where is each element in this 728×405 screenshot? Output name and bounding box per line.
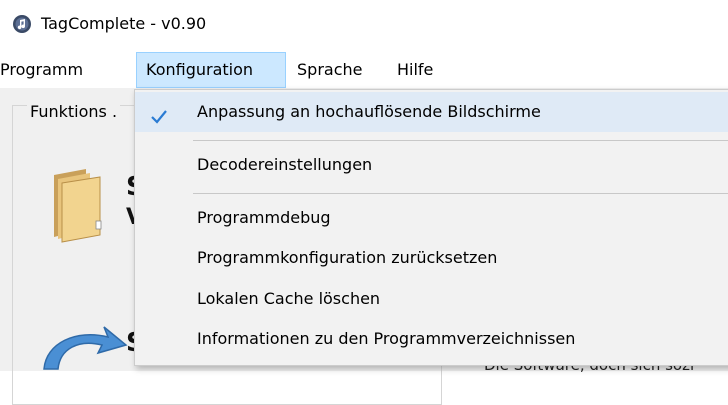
menu-item-label: Programmkonfiguration zurücksetzen xyxy=(197,248,498,267)
menu-item-label: Decodereinstellungen xyxy=(197,155,373,174)
menu-item-hidpi[interactable]: Anpassung an hochauflösende Bildschirme xyxy=(135,92,728,132)
menu-item-program-debug[interactable]: Programmdebug xyxy=(135,198,728,238)
menu-item-label: Informationen zu den Programmverzeichnis… xyxy=(197,329,576,348)
window-title: TagComplete - v0.90 xyxy=(41,14,207,33)
checkmark-icon xyxy=(148,102,170,124)
menu-item-decoder-settings[interactable]: Decodereinstellungen xyxy=(135,145,728,185)
groupbox-label: Funktions . xyxy=(27,101,121,123)
menu-item-label: Lokalen Cache löschen xyxy=(197,289,381,308)
menu-programm[interactable]: Programm xyxy=(0,52,83,88)
folder-icon[interactable] xyxy=(48,165,106,243)
menu-item-label: Programmdebug xyxy=(197,208,331,227)
menu-sprache[interactable]: Sprache xyxy=(297,52,362,88)
menu-separator xyxy=(193,193,728,194)
sync-icon[interactable] xyxy=(36,323,128,371)
menu-item-program-directories[interactable]: Informationen zu den Programmverzeichnis… xyxy=(135,319,728,359)
menu-hilfe[interactable]: Hilfe xyxy=(397,52,433,88)
menu-item-reset-config[interactable]: Programmkonfiguration zurücksetzen xyxy=(135,238,728,278)
menu-separator xyxy=(193,140,728,141)
app-icon xyxy=(12,14,32,34)
menu-item-label: Anpassung an hochauflösende Bildschirme xyxy=(197,102,541,121)
menu-konfiguration[interactable]: Konfiguration xyxy=(136,52,286,88)
title-bar: TagComplete - v0.90 xyxy=(0,0,728,46)
menu-bar: Programm Konfiguration Sprache Hilfe xyxy=(0,52,728,88)
konfiguration-dropdown: Anpassung an hochauflösende Bildschirme … xyxy=(134,89,728,366)
menu-item-clear-cache[interactable]: Lokalen Cache löschen xyxy=(135,279,728,319)
